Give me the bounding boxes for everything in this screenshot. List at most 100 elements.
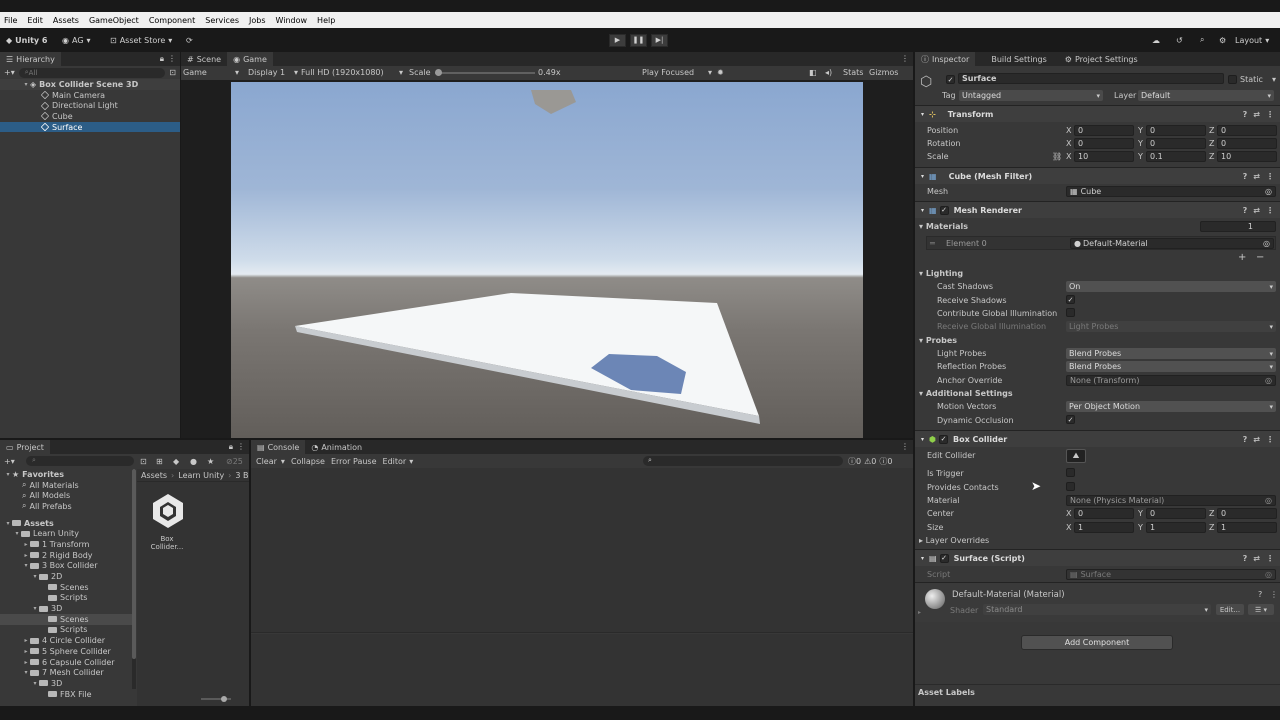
icon-size-slider[interactable] — [201, 696, 231, 702]
light-probes-dropdown[interactable]: Blend Probes — [1066, 348, 1276, 359]
slider-thumb[interactable] — [221, 696, 227, 702]
project-tree-item[interactable]: ▸ 5 Sphere Collider — [0, 646, 132, 657]
mesh-renderer-enabled-checkbox[interactable]: ✓ — [939, 205, 949, 215]
collapse-button[interactable]: Collapse — [288, 457, 328, 466]
project-tree-item[interactable]: Scenes — [0, 613, 132, 625]
account-button[interactable]: ◉ AG ▾ — [62, 36, 91, 45]
resolution-dropdown[interactable]: Full HD (1920x1080) ▾ — [301, 68, 403, 77]
expand-arrow-icon[interactable]: ▾ — [13, 530, 21, 537]
tab-project[interactable]: ▭ Project — [0, 440, 50, 454]
expand-arrow-icon[interactable]: ▸ — [22, 541, 30, 548]
help-icon[interactable]: ? — [1243, 435, 1248, 444]
help-icon[interactable]: ? — [1243, 554, 1248, 563]
hierarchy-item-directional-light[interactable]: Directional Light — [0, 100, 180, 111]
kebab-menu-icon[interactable]: ⋮ — [1266, 554, 1274, 563]
breadcrumb-learn-unity[interactable]: Learn Unity — [178, 471, 224, 480]
position-y-field[interactable]: 0 — [1146, 125, 1206, 136]
game-viewport[interactable] — [231, 82, 863, 438]
project-tree-item[interactable]: ▾ 2D — [0, 571, 132, 582]
box-collider-enabled-checkbox[interactable]: ✓ — [939, 434, 948, 444]
project-tree-item[interactable]: ▾ 3 Box Collider — [0, 561, 132, 572]
scrollbar-thumb[interactable] — [132, 469, 136, 659]
preset-icon[interactable]: ⇄ — [1253, 554, 1260, 563]
preset-icon[interactable]: ⇄ — [1253, 206, 1260, 215]
kebab-menu-icon[interactable]: ⋮ — [901, 442, 909, 451]
project-tree-item[interactable]: FBX File — [0, 689, 132, 700]
layer-overrides-foldout[interactable]: ▸ Layer Overrides — [919, 536, 989, 545]
search-icon[interactable]: ⌕ — [1200, 35, 1204, 45]
kebab-menu-icon[interactable]: ⋮ — [1266, 435, 1274, 444]
expand-arrow-icon[interactable]: ▾ — [22, 669, 30, 676]
scene-row[interactable]: ▾ ◈ Box Collider Scene 3D — [0, 79, 180, 90]
materials-count-field[interactable]: 1 — [1200, 221, 1276, 232]
console-log-area[interactable] — [251, 468, 913, 633]
tab-project-settings[interactable]: ⚙ Project Settings — [1059, 52, 1144, 66]
menu-jobs[interactable]: Jobs — [249, 16, 266, 25]
console-search-input[interactable]: ⌕ — [643, 456, 843, 466]
tab-inspector[interactable]: ⓘ Inspector — [915, 52, 976, 66]
breadcrumb-box-collider[interactable]: 3 Bo — [235, 471, 249, 480]
hierarchy-search-input[interactable]: ⌕ All — [18, 67, 166, 78]
add-component-button[interactable]: Add Component — [1021, 635, 1173, 650]
project-search-input[interactable]: ⌕ — [26, 456, 134, 466]
tab-hierarchy[interactable]: ☰ Hierarchy — [0, 52, 61, 66]
menu-edit[interactable]: Edit — [27, 16, 43, 25]
project-tree-item[interactable]: ▸ 6 Capsule Collider — [0, 657, 132, 668]
filter-icon[interactable]: ⊡ — [140, 457, 147, 466]
project-tree-item[interactable]: Scenes — [0, 582, 132, 593]
settings-icon[interactable]: ⚙ — [1219, 36, 1226, 45]
lighting-foldout[interactable]: ▾ Lighting — [919, 269, 963, 278]
scale-slider[interactable] — [435, 69, 535, 76]
receive-shadows-checkbox[interactable]: ✓ — [1066, 295, 1075, 304]
project-tree-item[interactable]: Scripts — [0, 593, 132, 604]
mute-icon[interactable]: ◧ — [809, 68, 817, 77]
pause-button[interactable]: ❚❚ — [630, 33, 647, 47]
physics-material-field[interactable]: None (Physics Material) ◎ — [1066, 495, 1276, 506]
object-picker-icon[interactable]: ◎ — [1263, 239, 1270, 248]
expand-arrow-icon[interactable]: ▾ — [31, 573, 39, 580]
motion-vectors-dropdown[interactable]: Per Object Motion — [1066, 401, 1276, 412]
expand-arrow-icon[interactable]: ▸ — [22, 637, 30, 644]
mesh-object-field[interactable]: ▦ Cube ◎ — [1066, 186, 1276, 197]
audio-icon[interactable]: ◂) — [825, 68, 832, 77]
dynamic-occlusion-checkbox[interactable]: ✓ — [1066, 415, 1075, 424]
preset-icon[interactable]: ⇄ — [1253, 110, 1260, 119]
material-object-field[interactable]: ● Default-Material ◎ — [1070, 238, 1274, 249]
anchor-override-field[interactable]: None (Transform) ◎ — [1066, 375, 1276, 386]
expand-arrow-icon[interactable]: ▾ — [22, 81, 30, 88]
size-x-field[interactable]: 1 — [1074, 522, 1134, 533]
play-button[interactable]: ▶ — [609, 33, 626, 47]
transform-header[interactable]: ▾ ⊹ Transform ? ⇄ ⋮ — [915, 105, 1280, 122]
size-z-field[interactable]: 1 — [1217, 522, 1277, 533]
expand-arrow-icon[interactable]: ▸ — [22, 552, 30, 559]
reflection-probes-dropdown[interactable]: Blend Probes — [1066, 361, 1276, 372]
scale-slider-thumb[interactable] — [435, 69, 442, 76]
lock-icon[interactable]: 🔒︎ — [160, 54, 164, 64]
tab-animation[interactable]: ◔ Animation — [305, 440, 368, 454]
shader-menu-button[interactable]: ☰ ▾ — [1248, 604, 1274, 615]
layer-dropdown[interactable]: Default — [1138, 90, 1274, 101]
info-icon[interactable]: ● — [190, 457, 197, 466]
expand-arrow-icon[interactable]: ▸ — [22, 659, 30, 666]
breadcrumb-assets[interactable]: Assets — [141, 471, 167, 480]
box-collider-header[interactable]: ▾ ⬢ ✓ Box Collider ? ⇄ ⋮ — [915, 430, 1280, 447]
shader-dropdown[interactable]: Standard — [983, 604, 1211, 615]
rotation-y-field[interactable]: 0 — [1146, 138, 1206, 149]
editor-dropdown[interactable]: Editor ▾ — [380, 457, 417, 466]
tab-game[interactable]: ◉ Game — [227, 52, 273, 66]
clear-button[interactable]: Clear ▾ — [253, 457, 288, 466]
help-icon[interactable]: ? — [1243, 172, 1248, 181]
center-z-field[interactable]: 0 — [1217, 508, 1277, 519]
project-tree-item[interactable]: ▸ 1 Transform — [0, 539, 132, 550]
hierarchy-item-cube[interactable]: Cube — [0, 111, 180, 122]
contribute-gi-checkbox[interactable] — [1066, 308, 1075, 317]
favorites-row[interactable]: ▾ ★ Favorites — [0, 469, 132, 480]
menu-gameobject[interactable]: GameObject — [89, 16, 139, 25]
project-tree-item[interactable]: ▾ 7 Mesh Collider — [0, 667, 132, 678]
project-tree-item[interactable]: ▾ 3D — [0, 678, 132, 689]
gameobject-name-field[interactable]: Surface — [958, 73, 1224, 84]
cast-shadows-dropdown[interactable]: On — [1066, 281, 1276, 292]
expand-arrow-icon[interactable]: ▸ — [22, 648, 30, 655]
script-enabled-checkbox[interactable]: ✓ — [939, 553, 949, 563]
console-detail-area[interactable] — [251, 634, 913, 706]
